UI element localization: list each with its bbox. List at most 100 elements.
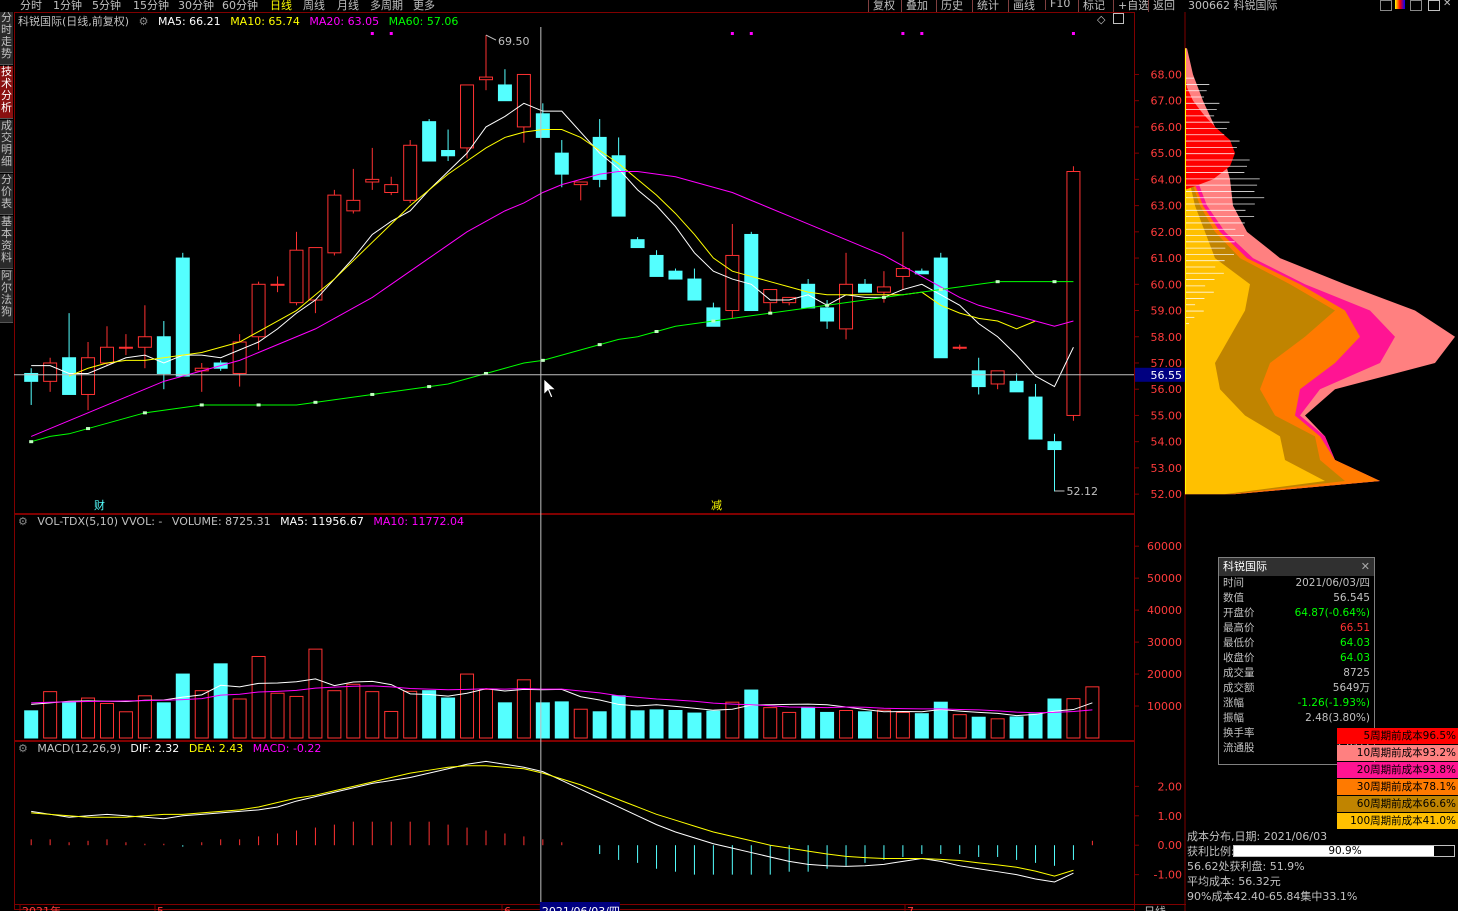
cost-distribution-chart	[1185, 48, 1455, 495]
period-tab[interactable]: 分时	[20, 0, 42, 12]
cost-period-bar[interactable]: 10周期前成本93.2%	[1337, 745, 1458, 761]
left-tab[interactable]: 分价表	[0, 174, 13, 215]
close-icon[interactable]: ✕	[1361, 558, 1370, 576]
toolbar-button[interactable]: 复权	[868, 0, 899, 12]
volume-bar	[706, 710, 721, 739]
period-tab[interactable]: 月线	[337, 0, 359, 12]
grid-icon[interactable]	[1410, 0, 1422, 11]
volume-bar	[687, 712, 702, 739]
chart-canvas[interactable]: 52.0053.0054.0055.0056.0057.0058.0059.00…	[14, 12, 1186, 911]
toolbar-button[interactable]: 返回	[1148, 0, 1179, 12]
volume-bar	[251, 655, 266, 739]
cost-period-bar[interactable]: 60周期前成本66.6%	[1337, 796, 1458, 812]
candle-body	[346, 199, 361, 212]
expand-icon[interactable]: ◇	[1097, 13, 1105, 26]
volume-bar	[554, 701, 569, 739]
cost-period-bar[interactable]: 20周期前成本93.8%	[1337, 762, 1458, 778]
period-tab[interactable]: 15分钟	[133, 0, 169, 12]
period-tab[interactable]: 30分钟	[178, 0, 214, 12]
left-tab[interactable]: 阿尔法狗	[0, 270, 13, 323]
main-legend: 科锐国际(日线,前复权) ⚙ MA5: 66.21 MA10: 65.74 MA…	[18, 13, 464, 29]
period-tab[interactable]: 日线	[270, 0, 292, 12]
info-row-value: 2.48(3.80%)	[1305, 712, 1370, 724]
draw-tool-icon[interactable]	[1380, 0, 1392, 11]
candle-body	[99, 346, 114, 364]
candle-body	[573, 181, 588, 186]
toolbar-button[interactable]: F10	[1045, 0, 1074, 10]
left-tab[interactable]: 基本资料	[0, 216, 13, 269]
cost-period-bar[interactable]: 100周期前成本41.0%	[1337, 813, 1458, 829]
left-tab[interactable]: 技术分析	[0, 66, 13, 119]
volume-bar	[876, 709, 891, 739]
volume-bar	[327, 690, 342, 739]
candle-body	[232, 341, 247, 374]
toolbar-button[interactable]: 统计	[972, 0, 1003, 12]
restore-icon[interactable]	[1428, 0, 1440, 11]
price-tick-label: 67.00	[1151, 95, 1183, 108]
left-tab[interactable]: 分时走势	[0, 12, 13, 65]
legend-ma60: MA60: 57.06	[388, 15, 459, 28]
candle-body	[952, 346, 967, 349]
vol-legend-volume: VOLUME: 8725.31	[171, 515, 271, 528]
vol-tick-label: 10000	[1147, 700, 1182, 713]
toolbar-button[interactable]: 历史	[936, 0, 967, 12]
vol-tick-label: 50000	[1147, 572, 1182, 585]
vol-legend: ⚙ VOL-TDX(5,10) VVOL: - VOLUME: 8725.31 …	[18, 515, 470, 528]
price-tick-label: 60.00	[1151, 278, 1183, 291]
volume-bar	[725, 701, 740, 739]
left-tab-strip: 分时走势技术分析成交明细分价表基本资料阿尔法狗	[0, 12, 14, 911]
candle-body	[403, 144, 418, 201]
candle-body	[820, 307, 835, 322]
info-row: 成交量 8725	[1219, 666, 1374, 681]
toolbar-button[interactable]: 画线	[1008, 0, 1039, 12]
date-axis-label: 2021年	[22, 904, 61, 911]
period-tab[interactable]: 周线	[303, 0, 325, 12]
cost-period-bar[interactable]: 30周期前成本78.1%	[1337, 779, 1458, 795]
macd-legend-title: MACD(12,26,9)	[37, 742, 121, 755]
top-marker	[1071, 32, 1075, 35]
macd-tick-label: -1.00	[1154, 869, 1182, 882]
price-tick-label: 54.00	[1151, 436, 1183, 449]
toolbar-button[interactable]: 叠加	[901, 0, 932, 12]
period-tab[interactable]: 更多	[413, 0, 435, 12]
price-tick-label: 59.00	[1151, 305, 1183, 318]
candle-body	[857, 283, 872, 293]
cost-period-bar[interactable]: 5周期前成本96.5%	[1337, 728, 1458, 744]
volume-bar	[1028, 713, 1043, 739]
top-marker	[901, 32, 905, 35]
top-toolbar: 分时 1分钟 5分钟 15分钟 30分钟 60分钟 日线 周线 月线 多周期 更多 复权 叠加 历史 统计画…	[0, 0, 1185, 12]
candle-body	[876, 286, 891, 293]
palette-icon[interactable]	[1395, 0, 1405, 9]
cost-line-2: 平均成本: 56.32元	[1187, 875, 1281, 888]
info-popup-titlebar[interactable]: 科锐国际 ✕	[1219, 558, 1374, 576]
macd-tick-label: 2.00	[1158, 780, 1183, 793]
price-tick-label: 62.00	[1151, 226, 1183, 239]
close-icon[interactable]: ✕	[1443, 0, 1453, 9]
candle-body	[1009, 380, 1024, 393]
period-label: 日线	[1144, 904, 1166, 911]
candle-body	[118, 346, 133, 349]
cost-date-line: 成本分布,日期: 2021/06/03	[1187, 830, 1328, 843]
left-tab[interactable]: 成交明细	[0, 120, 13, 173]
volume-bar	[289, 695, 304, 739]
maximize-icon[interactable]	[1113, 13, 1124, 24]
volume-bar	[308, 648, 323, 739]
period-tab[interactable]: 多周期	[370, 0, 403, 12]
volume-bar	[914, 713, 929, 739]
info-row-value: 64.87(-0.64%)	[1294, 607, 1370, 619]
volume-bar	[895, 711, 910, 739]
legend-gear-icon[interactable]: ⚙	[139, 15, 149, 28]
cost-info-panel: 成本分布,日期: 2021/06/03 获利比例: 90.9% 56.62处获利…	[1187, 829, 1458, 904]
ma60-marker	[199, 403, 204, 407]
ma60-marker	[256, 403, 261, 407]
period-tab[interactable]: 60分钟	[222, 0, 258, 12]
ma60-marker	[29, 440, 34, 444]
toolbar-button[interactable]: 标记	[1078, 0, 1109, 12]
high-pointer	[485, 34, 497, 41]
period-tab[interactable]: 5分钟	[92, 0, 121, 12]
candle-body	[175, 257, 190, 377]
period-tab[interactable]: 1分钟	[53, 0, 82, 12]
high-price-label: 69.50	[498, 35, 530, 48]
vol-gear-icon[interactable]: ⚙	[18, 515, 28, 528]
macd-gear-icon[interactable]: ⚙	[18, 742, 28, 755]
